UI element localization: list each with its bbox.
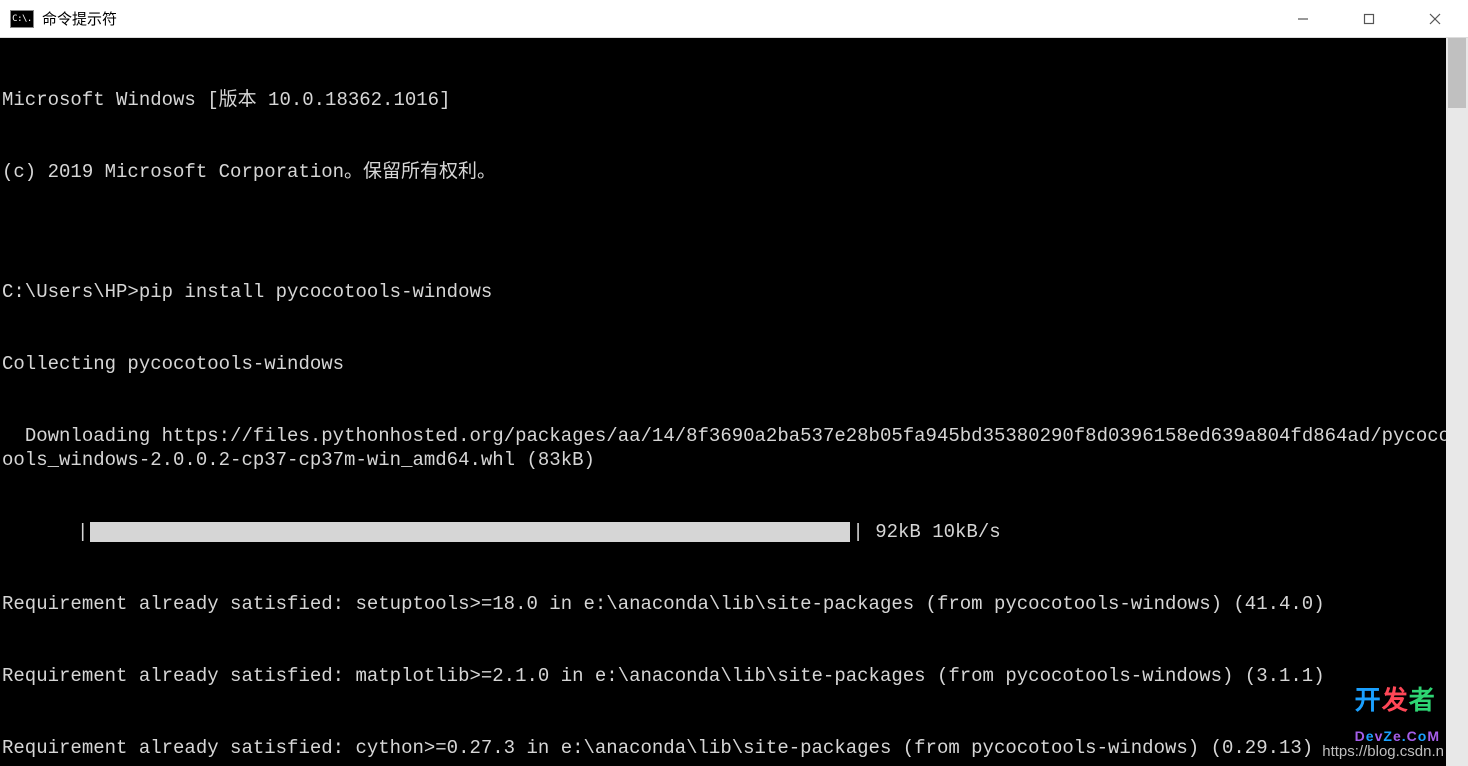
progress-text: 92kB 10kB/s <box>864 520 1001 544</box>
terminal-line: Requirement already satisfied: setuptool… <box>2 592 1468 616</box>
terminal-line: (c) 2019 Microsoft Corporation。保留所有权利。 <box>2 160 1468 184</box>
close-icon <box>1429 13 1441 25</box>
progress-line: || 92kB 10kB/s <box>2 520 1468 544</box>
terminal-line: C:\Users\HP>pip install pycocotools-wind… <box>2 280 1468 304</box>
maximize-icon <box>1363 13 1375 25</box>
window-controls <box>1270 0 1468 37</box>
minimize-button[interactable] <box>1270 0 1336 37</box>
watermark-logo: 开发者 DevZe.CoM <box>1355 680 1440 748</box>
terminal-output[interactable]: Microsoft Windows [版本 10.0.18362.1016] (… <box>0 38 1468 766</box>
vertical-scrollbar[interactable] <box>1446 38 1468 766</box>
terminal-line: Requirement already satisfied: matplotli… <box>2 664 1468 688</box>
titlebar: C:\. 命令提示符 <box>0 0 1468 38</box>
maximize-button[interactable] <box>1336 0 1402 37</box>
cmd-icon: C:\. <box>10 10 34 28</box>
close-button[interactable] <box>1402 0 1468 37</box>
watermark-url: https://blog.csdn.n <box>1322 743 1444 760</box>
terminal-line: Requirement already satisfied: cython>=0… <box>2 736 1468 760</box>
minimize-icon <box>1297 13 1309 25</box>
window-title: 命令提示符 <box>42 8 117 29</box>
terminal-line: Collecting pycocotools-windows <box>2 352 1468 376</box>
terminal-line: Microsoft Windows [版本 10.0.18362.1016] <box>2 88 1468 112</box>
progress-bar <box>90 522 850 542</box>
terminal-line: Downloading https://files.pythonhosted.o… <box>2 424 1468 472</box>
scrollbar-thumb[interactable] <box>1448 38 1466 108</box>
